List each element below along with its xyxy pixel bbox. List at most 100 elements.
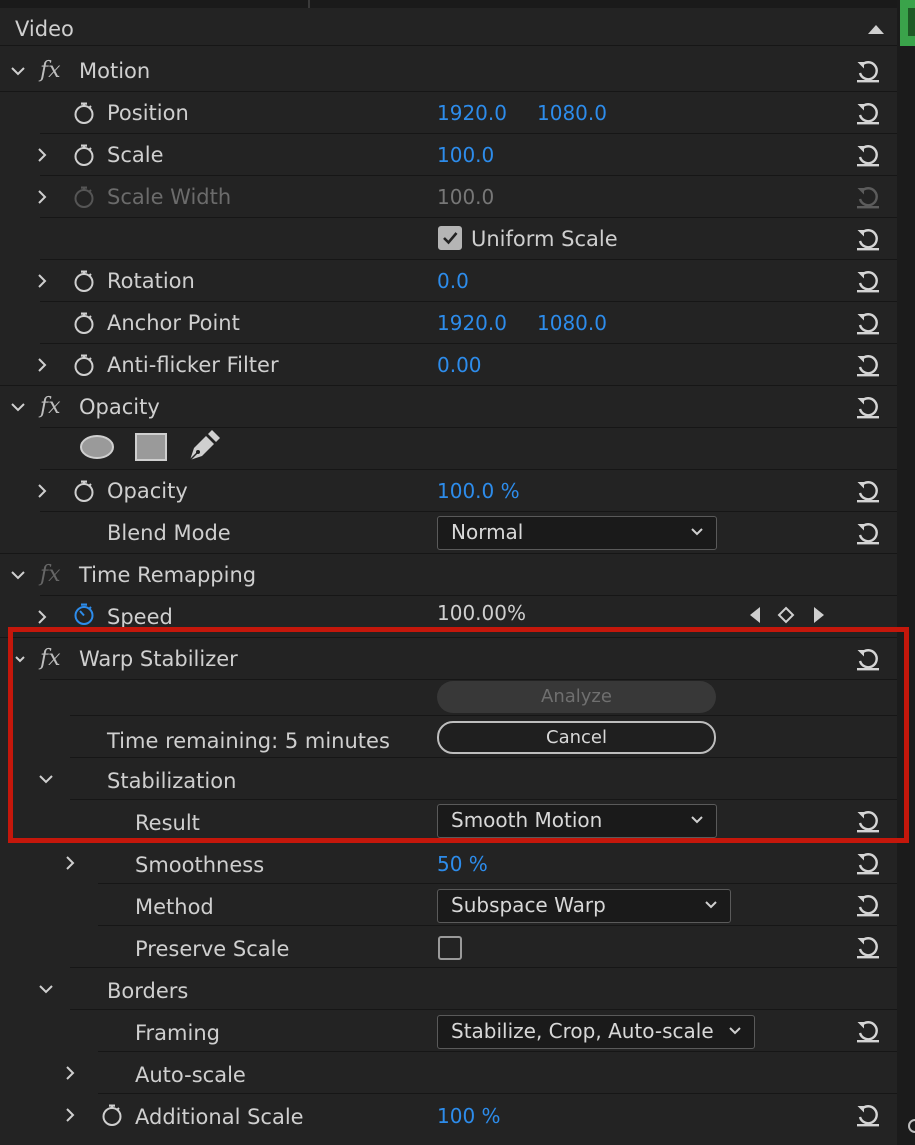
anti-flicker-label: Anti-flicker Filter bbox=[107, 353, 279, 377]
position-row: Position 1920.0 1080.0 bbox=[0, 92, 897, 134]
method-row: Method Subspace Warp bbox=[0, 884, 897, 926]
blend-mode-label: Blend Mode bbox=[107, 521, 231, 545]
ellipse-mask-icon[interactable] bbox=[79, 433, 115, 461]
next-keyframe-icon[interactable] bbox=[812, 605, 826, 625]
chevron-right-icon[interactable] bbox=[27, 134, 57, 176]
reset-icon[interactable] bbox=[855, 850, 881, 876]
reset-icon[interactable] bbox=[855, 646, 881, 672]
stopwatch-icon[interactable] bbox=[72, 479, 96, 503]
fx-icon: fx bbox=[40, 562, 61, 587]
reset-icon[interactable] bbox=[855, 100, 881, 126]
framing-row: Framing Stabilize, Crop, Auto-scale bbox=[0, 1010, 897, 1052]
fx-icon[interactable]: fx bbox=[40, 638, 61, 680]
result-dropdown[interactable]: Smooth Motion bbox=[437, 804, 717, 838]
stabilization-group-row[interactable]: Stabilization bbox=[0, 758, 897, 800]
preserve-scale-checkbox[interactable] bbox=[438, 936, 462, 960]
speed-value[interactable]: 100.00% bbox=[437, 592, 526, 634]
chevron-right-icon[interactable] bbox=[27, 176, 57, 218]
opacity-label: Opacity bbox=[107, 479, 188, 503]
timeline-clip-marker[interactable] bbox=[900, 0, 915, 46]
pen-mask-icon[interactable] bbox=[186, 430, 222, 464]
stopwatch-icon[interactable] bbox=[72, 311, 96, 335]
rotation-value[interactable]: 0.0 bbox=[437, 260, 469, 302]
method-dropdown[interactable]: Subspace Warp bbox=[437, 889, 731, 923]
preserve-scale-row: Preserve Scale bbox=[0, 926, 897, 968]
reset-icon[interactable] bbox=[855, 352, 881, 378]
anti-flicker-value[interactable]: 0.00 bbox=[437, 344, 482, 386]
reset-icon[interactable] bbox=[855, 478, 881, 504]
reset-icon[interactable] bbox=[855, 394, 881, 420]
reset-icon[interactable] bbox=[855, 226, 881, 252]
chevron-down-icon[interactable] bbox=[3, 50, 33, 92]
fx-icon[interactable]: fx bbox=[40, 50, 61, 92]
chevron-down-icon[interactable] bbox=[3, 554, 33, 596]
speed-label: Speed bbox=[107, 605, 173, 629]
chevron-down-icon[interactable] bbox=[3, 386, 33, 428]
fx-icon[interactable]: fx bbox=[40, 386, 61, 428]
analyze-button[interactable]: Analyze bbox=[437, 681, 716, 713]
rectangle-mask-icon[interactable] bbox=[134, 432, 168, 462]
reset-icon[interactable] bbox=[855, 520, 881, 546]
chevron-right-icon[interactable] bbox=[27, 596, 57, 638]
stopwatch-icon[interactable] bbox=[100, 1103, 124, 1127]
chevron-right-icon[interactable] bbox=[55, 842, 85, 884]
borders-group-row[interactable]: Borders bbox=[0, 968, 897, 1010]
position-y-value[interactable]: 1080.0 bbox=[537, 92, 607, 134]
add-keyframe-icon[interactable] bbox=[777, 606, 795, 624]
chevron-down-icon[interactable] bbox=[31, 758, 61, 800]
reset-icon[interactable] bbox=[855, 892, 881, 918]
effect-controls-panel: Video fx Motion Position 1920.0 1080.0 S… bbox=[0, 0, 897, 1145]
anchor-point-x-value[interactable]: 1920.0 bbox=[437, 302, 507, 344]
reset-icon[interactable] bbox=[855, 58, 881, 84]
uniform-scale-row: Uniform Scale bbox=[0, 218, 897, 260]
cancel-button[interactable]: Cancel bbox=[437, 721, 716, 754]
stopwatch-icon[interactable] bbox=[72, 269, 96, 293]
opacity-value[interactable]: 100.0 % bbox=[437, 470, 520, 512]
smoothness-value[interactable]: 50 % bbox=[437, 842, 488, 886]
stopwatch-icon[interactable] bbox=[72, 101, 96, 125]
chevron-right-icon[interactable] bbox=[27, 470, 57, 512]
blend-mode-dropdown[interactable]: Normal bbox=[437, 516, 717, 550]
opacity-effect-row[interactable]: fx Opacity bbox=[0, 386, 897, 428]
chevron-right-icon[interactable] bbox=[55, 1052, 85, 1094]
chevron-right-icon[interactable] bbox=[55, 1094, 85, 1136]
uniform-scale-checkbox[interactable] bbox=[438, 226, 462, 250]
reset-icon[interactable] bbox=[855, 934, 881, 960]
chevron-down-icon[interactable] bbox=[31, 968, 61, 1010]
mask-tools-row bbox=[0, 428, 897, 470]
reset-icon[interactable] bbox=[855, 310, 881, 336]
stopwatch-active-icon[interactable] bbox=[72, 602, 96, 626]
stopwatch-icon[interactable] bbox=[72, 143, 96, 167]
time-remaining-row: Time remaining: 5 minutes Cancel bbox=[0, 718, 897, 758]
reset-icon[interactable] bbox=[855, 142, 881, 168]
chevron-right-icon[interactable] bbox=[27, 260, 57, 302]
additional-scale-value[interactable]: 100 % bbox=[437, 1094, 501, 1138]
scale-label: Scale bbox=[107, 143, 164, 167]
timeline-edge bbox=[897, 0, 915, 1145]
chevron-down-icon bbox=[729, 1027, 741, 1035]
reset-icon[interactable] bbox=[855, 268, 881, 294]
chevron-down-icon bbox=[705, 901, 717, 909]
blend-mode-value: Normal bbox=[451, 520, 524, 544]
result-label: Result bbox=[135, 811, 200, 835]
stopwatch-icon[interactable] bbox=[72, 353, 96, 377]
reset-icon[interactable] bbox=[855, 1102, 881, 1128]
reset-icon[interactable] bbox=[855, 1018, 881, 1044]
chevron-right-icon[interactable] bbox=[27, 344, 57, 386]
position-x-value[interactable]: 1920.0 bbox=[437, 92, 507, 134]
framing-label: Framing bbox=[135, 1021, 220, 1045]
scroll-up-icon[interactable] bbox=[866, 22, 886, 36]
chevron-down-icon[interactable] bbox=[5, 638, 35, 680]
time-remapping-effect-row[interactable]: fx Time Remapping bbox=[0, 554, 897, 596]
warp-stabilizer-effect-row[interactable]: fx Warp Stabilizer bbox=[0, 638, 897, 680]
auto-scale-label: Auto-scale bbox=[135, 1063, 246, 1087]
previous-keyframe-icon[interactable] bbox=[748, 605, 762, 625]
motion-effect-row[interactable]: fx Motion bbox=[0, 50, 897, 92]
framing-dropdown[interactable]: Stabilize, Crop, Auto-scale bbox=[437, 1015, 755, 1049]
reset-icon[interactable] bbox=[855, 808, 881, 834]
scale-value[interactable]: 100.0 bbox=[437, 134, 494, 176]
auto-scale-row[interactable]: Auto-scale bbox=[0, 1052, 897, 1094]
stopwatch-icon bbox=[74, 186, 94, 208]
anchor-point-y-value[interactable]: 1080.0 bbox=[537, 302, 607, 344]
blend-mode-row: Blend Mode Normal bbox=[0, 512, 897, 554]
